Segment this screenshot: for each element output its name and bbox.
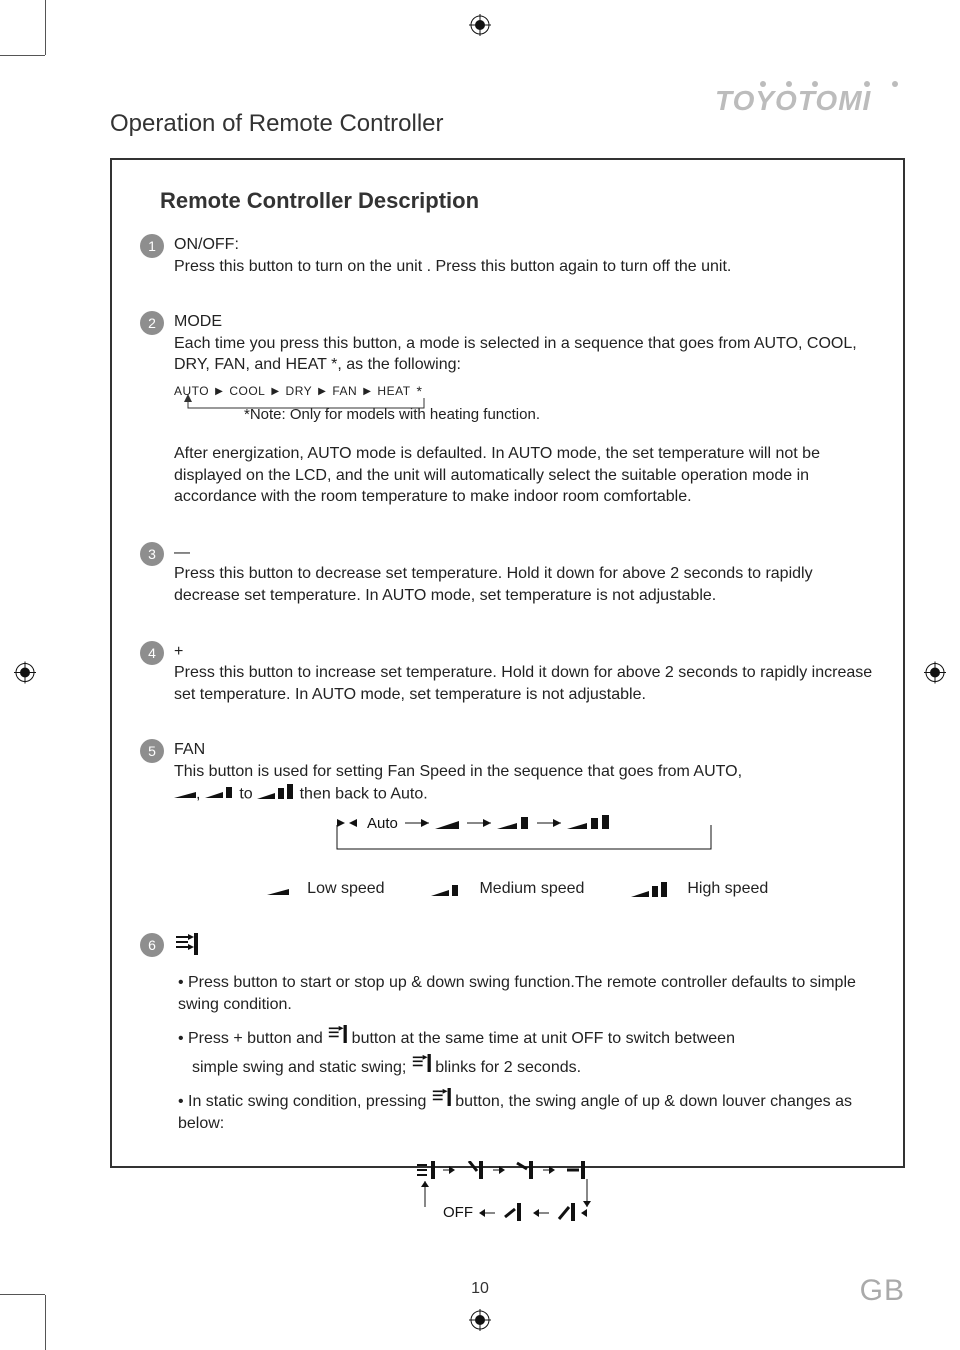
fan-cycle-diagram: Auto — [174, 815, 875, 866]
crop-mark — [0, 55, 45, 56]
fan-bars-low-icon — [174, 785, 196, 802]
item-text: Each time you press this button, a mode … — [174, 335, 857, 374]
item-onoff: 1 ON/OFF: Press this button to turn on t… — [140, 234, 875, 277]
legend-med: Medium speed — [479, 880, 584, 897]
brand-logo: TOYOTOMI — [715, 80, 905, 119]
swing-icon — [431, 1093, 451, 1110]
fan-bars-med-icon — [431, 882, 461, 896]
step-badge: 1 — [140, 234, 164, 258]
swing-icon — [327, 1030, 347, 1047]
fan-bars-low-icon — [267, 883, 289, 895]
bullet: •Press button to start or stop up & down… — [178, 972, 875, 1015]
bullet-text: Press + button and — [188, 1030, 323, 1047]
section-heading: Remote Controller Description — [160, 188, 875, 214]
step-badge: 3 — [140, 542, 164, 566]
svg-text:OFF: OFF — [443, 1204, 473, 1221]
crop-mark — [0, 1294, 45, 1295]
item-minus: 3 — Press this button to decrease set te… — [140, 542, 875, 607]
crop-mark — [45, 0, 46, 55]
item-text: Press this button to increase set temper… — [174, 664, 872, 703]
item-text: then back to Auto. — [300, 785, 428, 802]
item-plus: 4 + Press this button to increase set te… — [140, 641, 875, 706]
legend-high: High speed — [687, 880, 768, 897]
item-label: — — [174, 542, 875, 564]
swing-icon — [174, 942, 198, 959]
brand-text: TOYOTOMI — [715, 85, 872, 114]
step-badge: 5 — [140, 739, 164, 763]
bullet: •Press + button and button at the same t… — [178, 1025, 875, 1078]
item-text: Press this button to decrease set temper… — [174, 565, 813, 604]
item-label: ON/OFF: — [174, 234, 875, 256]
item-text: Press this button to turn on the unit . … — [174, 258, 731, 275]
bullet-text: simple swing and static swing; — [192, 1059, 406, 1076]
step-badge: 4 — [140, 641, 164, 665]
bullet: •In static swing condition, pressing but… — [178, 1088, 875, 1134]
registration-mark-icon — [469, 1309, 491, 1336]
fan-legend: Low speed Medium speed High speed — [174, 878, 875, 900]
legend-low: Low speed — [307, 880, 384, 897]
mode-after-text: After energization, AUTO mode is default… — [174, 443, 875, 508]
registration-mark-icon — [14, 662, 36, 689]
bullet-text: Press button to start or stop up & down … — [178, 974, 856, 1013]
item-swing: 6 •Press button to start or stop up & do… — [140, 933, 875, 1241]
content-frame: Remote Controller Description 1 ON/OFF: … — [110, 158, 905, 1168]
item-label: FAN — [174, 739, 875, 761]
svg-text:Auto: Auto — [367, 815, 398, 832]
mode-sequence: AUTO▶ COOL▶ DRY▶ FAN▶ HEAT * — [174, 382, 875, 401]
item-mode: 2 MODE Each time you press this button, … — [140, 311, 875, 508]
item-text: This button is used for setting Fan Spee… — [174, 763, 742, 780]
step-badge: 6 — [140, 933, 164, 957]
swing-icon — [411, 1059, 431, 1076]
page-number: 10 — [471, 1280, 489, 1298]
swing-icon — [417, 1161, 435, 1179]
fan-bars-high-icon — [631, 881, 669, 897]
item-text: to — [239, 785, 252, 802]
item-label: MODE — [174, 311, 875, 333]
bullet-text: In static swing condition, pressing — [188, 1093, 426, 1110]
loop-arrow-icon — [180, 394, 440, 416]
swing-cycle-diagram: OFF — [174, 1161, 875, 1242]
bullet-text: blinks for 2 seconds. — [435, 1059, 581, 1076]
fan-bars-med-icon — [205, 785, 235, 802]
language-code: GB — [860, 1274, 905, 1308]
item-fan: 5 FAN This button is used for setting Fa… — [140, 739, 875, 899]
registration-mark-icon — [469, 14, 491, 41]
bullet-text: button at the same time at unit OFF to s… — [352, 1030, 735, 1047]
crop-mark — [45, 1295, 46, 1350]
step-badge: 2 — [140, 311, 164, 335]
fan-bars-high-icon — [257, 786, 295, 803]
item-label: + — [174, 641, 875, 663]
registration-mark-icon — [924, 662, 946, 689]
